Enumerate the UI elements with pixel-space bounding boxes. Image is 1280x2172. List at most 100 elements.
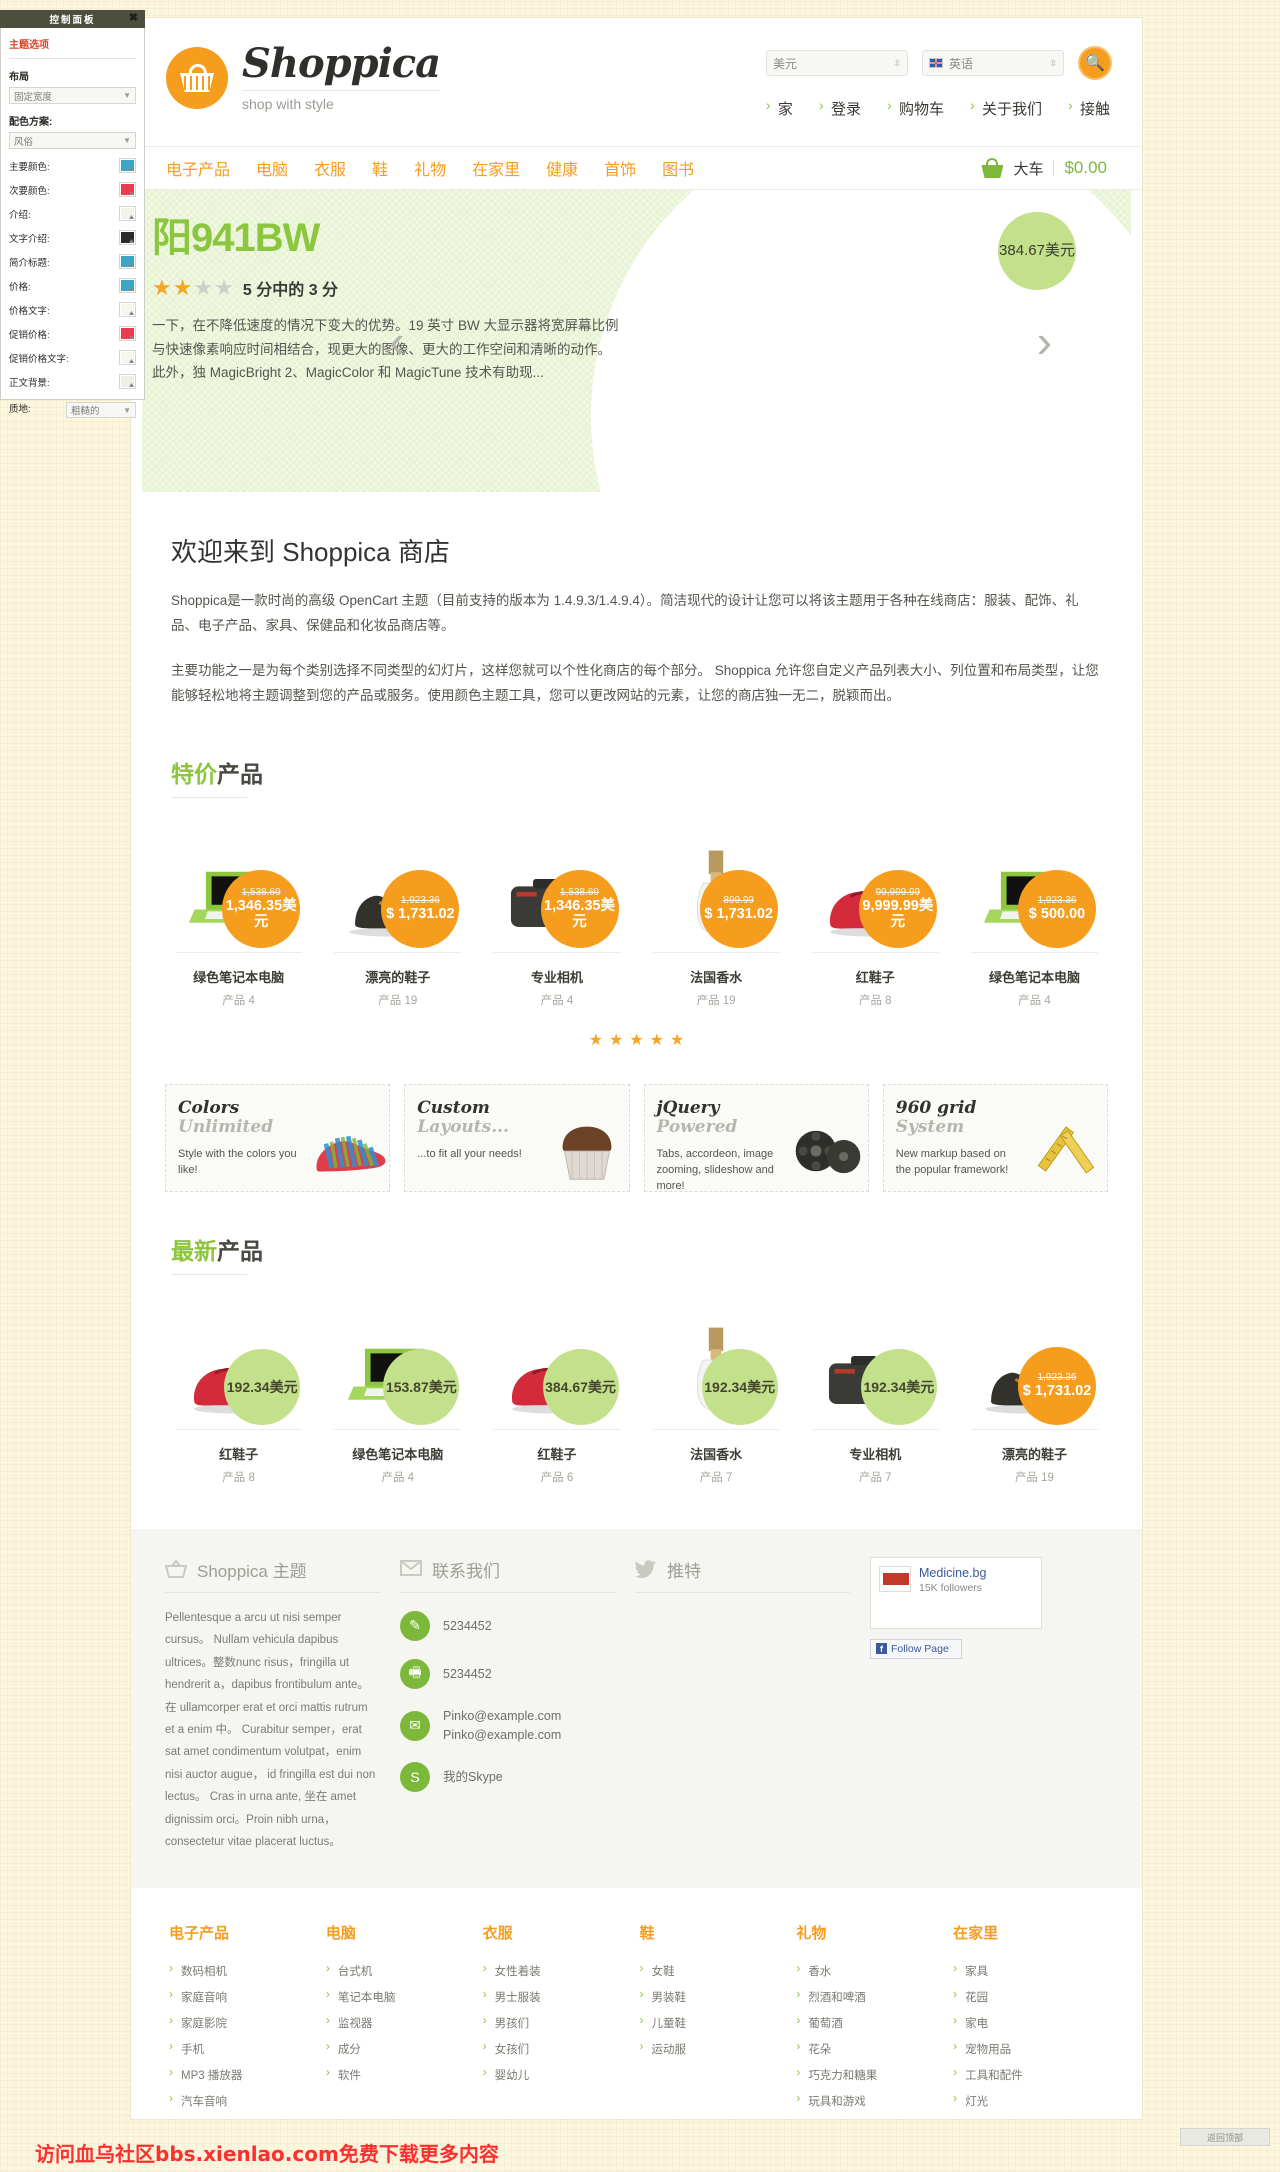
product-image[interactable]: 899.99 $ 1,731.02	[637, 818, 796, 948]
footer-link-2-1[interactable]: 男士服装	[483, 1987, 634, 2005]
dot-icon[interactable]: ★	[589, 1030, 603, 1050]
feature-box[interactable]: Colors Unlimited Style with the colors you…	[165, 1083, 391, 1192]
product-name[interactable]: 漂亮的鞋子	[955, 1444, 1114, 1463]
feature-box[interactable]: jQuery Powered Tabs, accordeon, image zoom…	[643, 1083, 869, 1192]
contact-item[interactable]: ✉ Pinko@example.com Pinko@example.com	[400, 1707, 615, 1745]
feature-box[interactable]: Custom Layouts... ...to fit all your needs…	[404, 1083, 630, 1192]
nav-cat-1[interactable]: 电脑	[256, 156, 288, 180]
product-image[interactable]: 1,538.69 1,346.35美元	[477, 818, 636, 948]
footer-link-4-3[interactable]: 花朵	[796, 2039, 947, 2057]
product-name[interactable]: 专业相机	[796, 1444, 955, 1463]
product-image[interactable]: 384.67美元	[477, 1295, 636, 1425]
feature-box[interactable]: 960 grid System New markup based on the po…	[882, 1083, 1108, 1192]
top-nav-item-4[interactable]: 接触	[1068, 97, 1110, 119]
color-swatch[interactable]	[119, 206, 136, 221]
footer-link-1-0[interactable]: 台式机	[326, 1961, 477, 1979]
facebook-follow-button[interactable]: f Follow Page	[870, 1638, 962, 1659]
contact-item[interactable]: S 我的Skype	[400, 1762, 615, 1793]
nav-cat-8[interactable]: 图书	[662, 156, 694, 180]
footer-link-5-4[interactable]: 工具和配件	[953, 2065, 1104, 2083]
color-swatch[interactable]	[119, 230, 136, 245]
footer-link-3-3[interactable]: 运动服	[639, 2039, 790, 2057]
color-option-row[interactable]: 正文背景:	[9, 374, 136, 389]
footer-link-1-1[interactable]: 笔记本电脑	[326, 1987, 477, 2005]
close-icon[interactable]: ✖	[129, 13, 140, 24]
footer-link-5-3[interactable]: 宠物用品	[953, 2039, 1104, 2057]
dot-icon[interactable]: ★	[609, 1030, 623, 1050]
color-swatch[interactable]	[119, 182, 136, 197]
color-option-row[interactable]: 价格文字:	[9, 302, 136, 317]
color-option-row[interactable]: 促销价格文字:	[9, 350, 136, 365]
top-nav-item-2[interactable]: 购物车	[887, 97, 944, 119]
top-nav-item-0[interactable]: 家	[766, 97, 793, 119]
nav-cat-0[interactable]: 电子产品	[166, 156, 230, 180]
cart-widget[interactable]: 大车 $0.00	[981, 158, 1107, 179]
footer-link-2-2[interactable]: 男孩们	[483, 2013, 634, 2031]
dot-icon[interactable]: ★	[650, 1030, 664, 1050]
color-option-row[interactable]: 介绍:	[9, 206, 136, 221]
color-swatch[interactable]	[119, 326, 136, 341]
product-card[interactable]: 99,999.99 9,999.99美元 红鞋子 产品 8	[796, 818, 955, 1008]
color-swatch[interactable]	[119, 278, 136, 293]
color-swatch[interactable]	[119, 254, 136, 269]
product-name[interactable]: 漂亮的鞋子	[318, 967, 477, 986]
product-image[interactable]: 192.34美元	[796, 1295, 955, 1425]
footer-link-3-1[interactable]: 男装鞋	[639, 1987, 790, 2005]
product-name[interactable]: 法国香水	[637, 967, 796, 986]
color-option-row[interactable]: 次要颜色:	[9, 182, 136, 197]
footer-link-5-2[interactable]: 家电	[953, 2013, 1104, 2031]
product-image[interactable]: 192.34美元	[637, 1295, 796, 1425]
color-option-row[interactable]: 文字介绍:	[9, 230, 136, 245]
footer-link-4-4[interactable]: 巧克力和糖果	[796, 2065, 947, 2083]
logo[interactable]: Shoppica shop with style	[166, 44, 441, 112]
contact-item[interactable]: ✎ 5234452	[400, 1610, 615, 1641]
product-card[interactable]: 899.99 $ 1,731.02 法国香水 产品 19	[637, 818, 796, 1008]
product-name[interactable]: 绿色笔记本电脑	[318, 1444, 477, 1463]
footer-link-4-1[interactable]: 烈酒和啤酒	[796, 1987, 947, 2005]
product-card[interactable]: 192.34美元 专业相机 产品 7	[796, 1295, 955, 1485]
product-image[interactable]: 1,923.36 $ 500.00	[955, 818, 1114, 948]
top-nav-item-1[interactable]: 登录	[819, 97, 861, 119]
product-card[interactable]: 1,538.69 1,346.35美元 绿色笔记本电脑 产品 4	[159, 818, 318, 1008]
color-swatch[interactable]	[119, 302, 136, 317]
currency-select[interactable]: 美元 ⇳	[766, 50, 908, 76]
color-option-row[interactable]: 简介标题:	[9, 254, 136, 269]
product-card[interactable]: 1,923.36 $ 1,731.02 漂亮的鞋子 产品 19	[955, 1295, 1114, 1485]
footer-link-1-3[interactable]: 成分	[326, 2039, 477, 2057]
footer-link-5-1[interactable]: 花园	[953, 1987, 1104, 2005]
footer-link-4-2[interactable]: 葡萄酒	[796, 2013, 947, 2031]
product-image[interactable]: 192.34美元	[159, 1295, 318, 1425]
footer-link-0-5[interactable]: 汽车音响	[169, 2091, 320, 2109]
product-card[interactable]: 384.67美元 红鞋子 产品 6	[477, 1295, 636, 1485]
contact-item[interactable]: 🖷 5234452	[400, 1658, 615, 1689]
carousel-dots[interactable]: ★ ★ ★ ★ ★	[131, 1030, 1142, 1050]
product-name[interactable]: 专业相机	[477, 967, 636, 986]
footer-link-0-1[interactable]: 家庭音响	[169, 1987, 320, 2005]
product-card[interactable]: 1,923.36 $ 1,731.02 漂亮的鞋子 产品 19	[318, 818, 477, 1008]
color-option-row[interactable]: 价格:	[9, 278, 136, 293]
top-nav-item-3[interactable]: 关于我们	[970, 97, 1042, 119]
color-swatch[interactable]	[119, 374, 136, 389]
color-option-row[interactable]: 主要颜色:	[9, 158, 136, 173]
footer-link-2-0[interactable]: 女性着装	[483, 1961, 634, 1979]
theme-options-tab[interactable]: 主题选项	[9, 36, 136, 59]
language-select[interactable]: 英语 ⇳	[922, 50, 1064, 76]
product-image[interactable]: 1,923.36 $ 1,731.02	[318, 818, 477, 948]
footer-link-4-5[interactable]: 玩具和游戏	[796, 2091, 947, 2109]
nav-cat-7[interactable]: 首饰	[604, 156, 636, 180]
facebook-page-card[interactable]: Medicine.bg 15K followers	[870, 1556, 1042, 1629]
footer-link-3-0[interactable]: 女鞋	[639, 1961, 790, 1979]
dot-icon[interactable]: ★	[670, 1030, 684, 1050]
scheme-select[interactable]: 风俗 ▼	[9, 132, 136, 149]
color-option-row[interactable]: 促销价格:	[9, 326, 136, 341]
nav-cat-4[interactable]: 礼物	[414, 156, 446, 180]
product-name[interactable]: 红鞋子	[159, 1444, 318, 1463]
nav-cat-2[interactable]: 衣服	[314, 156, 346, 180]
footer-link-5-0[interactable]: 家具	[953, 1961, 1104, 1979]
hero-slider[interactable]: 阳941BW ★★★★ 5 分中的 3 分 一下，在不降低速度的情况下变大的优势…	[142, 190, 1131, 492]
product-card[interactable]: 192.34美元 法国香水 产品 7	[637, 1295, 796, 1485]
footer-link-1-4[interactable]: 软件	[326, 2065, 477, 2083]
product-card[interactable]: 1,923.36 $ 500.00 绿色笔记本电脑 产品 4	[955, 818, 1114, 1008]
product-image[interactable]: 1,923.36 $ 1,731.02	[955, 1295, 1114, 1425]
layout-select[interactable]: 固定宽度 ▼	[9, 87, 136, 104]
